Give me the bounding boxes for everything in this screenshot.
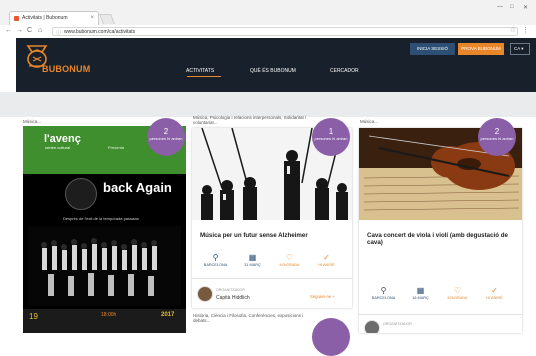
poster-tagline: Després de l'èxit de la temporada passad…: [63, 216, 139, 221]
attendees-text: persones hi aniran: [480, 136, 514, 141]
location-label: BARCELONA: [203, 263, 228, 267]
tab-close-icon[interactable]: ×: [90, 15, 94, 21]
meta-date: ▦ 31 MARÇ: [234, 253, 271, 268]
card-category: Música, Psicologia i relacions interpers…: [193, 115, 307, 125]
attend-button[interactable]: ✓ HI ANIRÉ: [308, 253, 345, 268]
site-info-icon[interactable]: ⓘ: [56, 29, 61, 36]
card-category: Música...: [360, 119, 379, 124]
attendees-badge-next: [312, 318, 350, 356]
attendees-badge: 1 persones hi aniran: [312, 118, 350, 156]
poster-presents: Presenta: [108, 145, 125, 150]
calendar-icon: ▦: [416, 286, 425, 295]
minimize-icon[interactable]: —: [497, 4, 503, 10]
meta-location: ⚲ BARCELONA: [197, 253, 234, 268]
attend-label: HI ANIRÉ: [486, 296, 503, 300]
organizer-avatar[interactable]: [364, 320, 380, 333]
location-label: BARCELONA: [371, 296, 396, 300]
card-category: Història, Ciència i Filosofia, Conferènc…: [193, 313, 304, 323]
check-icon: ✓: [323, 253, 330, 262]
location-icon: ⚲: [212, 253, 219, 262]
event-meta: ⚲ BARCELONA ▦ 16 MARÇ ♡ M'AGRADA ✓ HI AN…: [365, 286, 513, 301]
back-icon[interactable]: ←: [5, 27, 12, 35]
browser-tab[interactable]: Activitats | Bubonum ×: [9, 11, 99, 25]
nav-activitats[interactable]: ACTIVITATS: [186, 68, 214, 74]
login-button[interactable]: INICIA SESSIÓ: [410, 43, 455, 55]
like-label: M'AGRADA: [279, 263, 300, 267]
attendees-count: 1: [328, 127, 334, 136]
filter-band: [0, 92, 536, 117]
card-category: Música...: [23, 119, 42, 124]
favicon-icon: [14, 16, 19, 21]
tab-title: Activitats | Bubonum: [22, 15, 68, 21]
poster-year: 2017: [161, 312, 175, 318]
attendees-count: 2: [163, 127, 169, 136]
calendar-icon: ▦: [248, 253, 257, 262]
follow-button[interactable]: Segueix-ne +: [310, 294, 335, 299]
like-button[interactable]: ♡ M'AGRADA: [271, 253, 308, 268]
poster-venue-sub: centre cultural: [45, 145, 71, 150]
maximize-icon[interactable]: □: [510, 4, 514, 10]
browser-chrome: Activitats | Bubonum × — □ ✕ ← → C ⌂ ⓘ w…: [0, 0, 536, 38]
check-icon: ✓: [491, 286, 498, 295]
active-nav-indicator: [187, 76, 221, 77]
url-text: www.bubonum.com/ca/activitats: [64, 29, 136, 35]
organizer-avatar[interactable]: [197, 286, 213, 302]
organizer-name[interactable]: Capità Hiddlich: [216, 295, 250, 301]
poster-headline: back Again: [103, 180, 172, 195]
address-bar-row: ← → C ⌂ ⓘ www.bubonum.com/ca/activitats …: [0, 25, 536, 38]
poster-date: 19: [29, 312, 38, 321]
nav-que-es-bubonum[interactable]: QUÈ ÉS BUBONUM: [250, 68, 296, 74]
attendees-badge: 2 persones hi aniran: [147, 118, 185, 156]
language-select[interactable]: CA ▾: [510, 43, 530, 55]
forward-icon[interactable]: →: [16, 27, 23, 35]
browser-menu-icon[interactable]: ⋮: [522, 26, 529, 34]
meta-location: ⚲ BARCELONA: [365, 286, 402, 301]
new-tab-button[interactable]: [99, 14, 115, 24]
site-header: BUBONUM INICIA SESSIÓ PROVA BUBONUM CA ▾…: [16, 38, 536, 92]
event-title[interactable]: Música per un futur sense Alzheimer: [200, 232, 350, 239]
heart-icon: ♡: [453, 286, 462, 295]
organizer-label: ORGANITZADOR: [216, 288, 245, 292]
nav-cercador[interactable]: CERCADOR: [330, 68, 359, 74]
card-divider: [359, 314, 522, 315]
reload-icon[interactable]: C: [27, 27, 32, 35]
attend-label: HI ANIRÉ: [318, 263, 335, 267]
bubonum-logo-icon[interactable]: [20, 42, 54, 82]
event-card-poster[interactable]: l'avenç centre cultural Presenta back Ag…: [23, 126, 186, 333]
heart-icon: ♡: [285, 253, 294, 262]
date-label: 16 MARÇ: [412, 296, 429, 300]
close-window-icon[interactable]: ✕: [523, 4, 528, 11]
card-divider: [192, 278, 352, 279]
url-input[interactable]: ⓘ www.bubonum.com/ca/activitats: [52, 27, 518, 36]
home-icon[interactable]: ⌂: [38, 27, 42, 35]
brand-name[interactable]: BUBONUM: [42, 64, 90, 74]
date-label: 31 MARÇ: [244, 263, 261, 267]
attendees-count: 2: [494, 127, 500, 136]
attendees-text: persones hi aniran: [314, 136, 348, 141]
attendees-badge: 2 persones hi aniran: [478, 118, 516, 156]
event-title[interactable]: Cava concert de viola i violí (amb degus…: [367, 232, 517, 246]
attend-button[interactable]: ✓ HI ANIRÉ: [476, 286, 513, 301]
poster-venue: l'avenç: [44, 133, 81, 145]
poster-emblem-icon: [65, 178, 97, 210]
poster-hour: 18:00h: [101, 312, 117, 318]
event-card[interactable]: Cava concert de viola i violí (amb degus…: [359, 128, 522, 333]
location-icon: ⚲: [380, 286, 387, 295]
meta-date: ▦ 16 MARÇ: [402, 286, 439, 301]
bookmark-star-icon[interactable]: ☆: [510, 26, 516, 34]
like-button[interactable]: ♡ M'AGRADA: [439, 286, 476, 301]
attendees-text: persones hi aniran: [149, 136, 183, 141]
choir-stage-image: [28, 226, 181, 306]
try-bubonum-button[interactable]: PROVA BUBONUM: [458, 43, 504, 55]
organizer-label: ORGANITZADOR: [383, 322, 412, 326]
like-label: M'AGRADA: [447, 296, 468, 300]
event-meta: ⚲ BARCELONA ▦ 31 MARÇ ♡ M'AGRADA ✓ HI AN…: [197, 253, 345, 268]
